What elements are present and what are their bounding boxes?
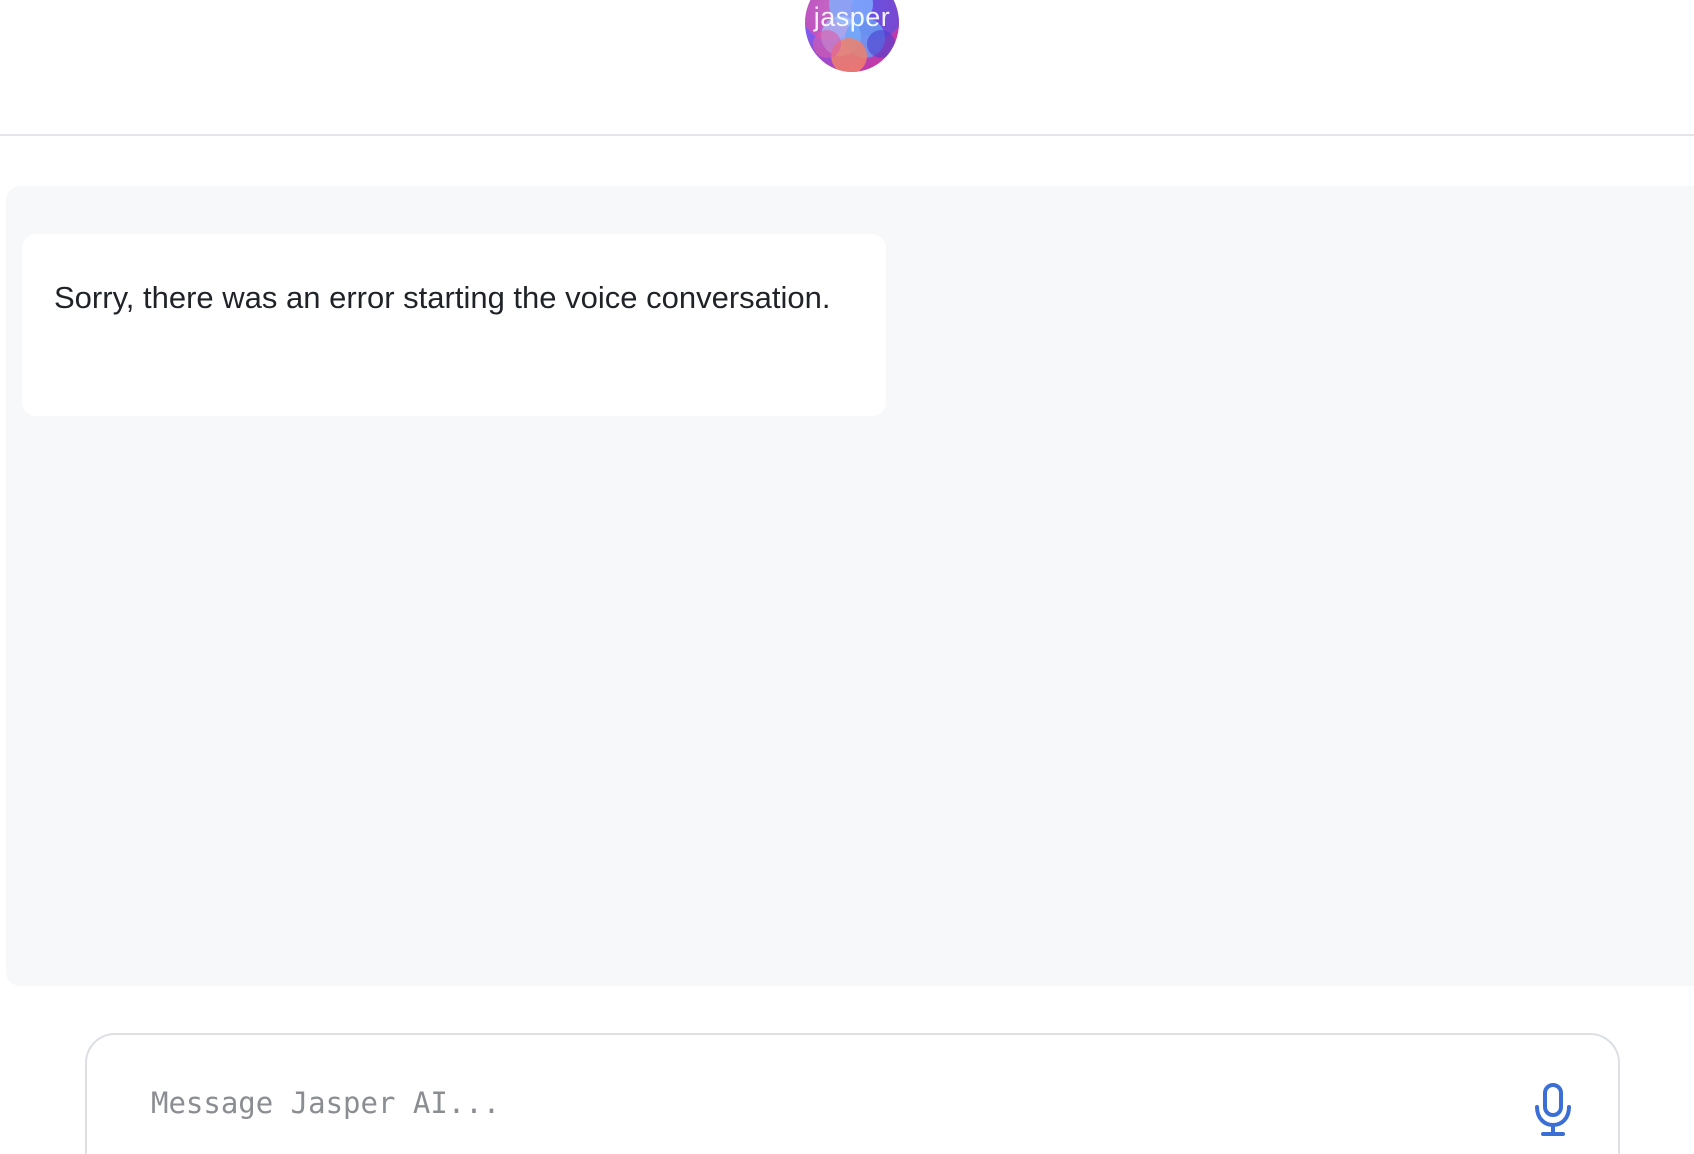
header: jasper bbox=[0, 0, 1694, 136]
microphone-button[interactable] bbox=[1530, 1081, 1576, 1137]
chat-area[interactable]: Sorry, there was an error starting the v… bbox=[6, 186, 1694, 986]
message-text: Sorry, there was an error starting the v… bbox=[54, 280, 831, 315]
jasper-logo: jasper bbox=[805, 0, 899, 72]
logo-text: jasper bbox=[813, 2, 891, 32]
microphone-icon bbox=[1535, 1083, 1571, 1136]
app-page: jasper Sorry, there was an error startin… bbox=[0, 0, 1694, 1154]
message-composer bbox=[85, 1033, 1620, 1154]
assistant-message: Sorry, there was an error starting the v… bbox=[22, 234, 886, 416]
message-input[interactable] bbox=[149, 1077, 1453, 1129]
